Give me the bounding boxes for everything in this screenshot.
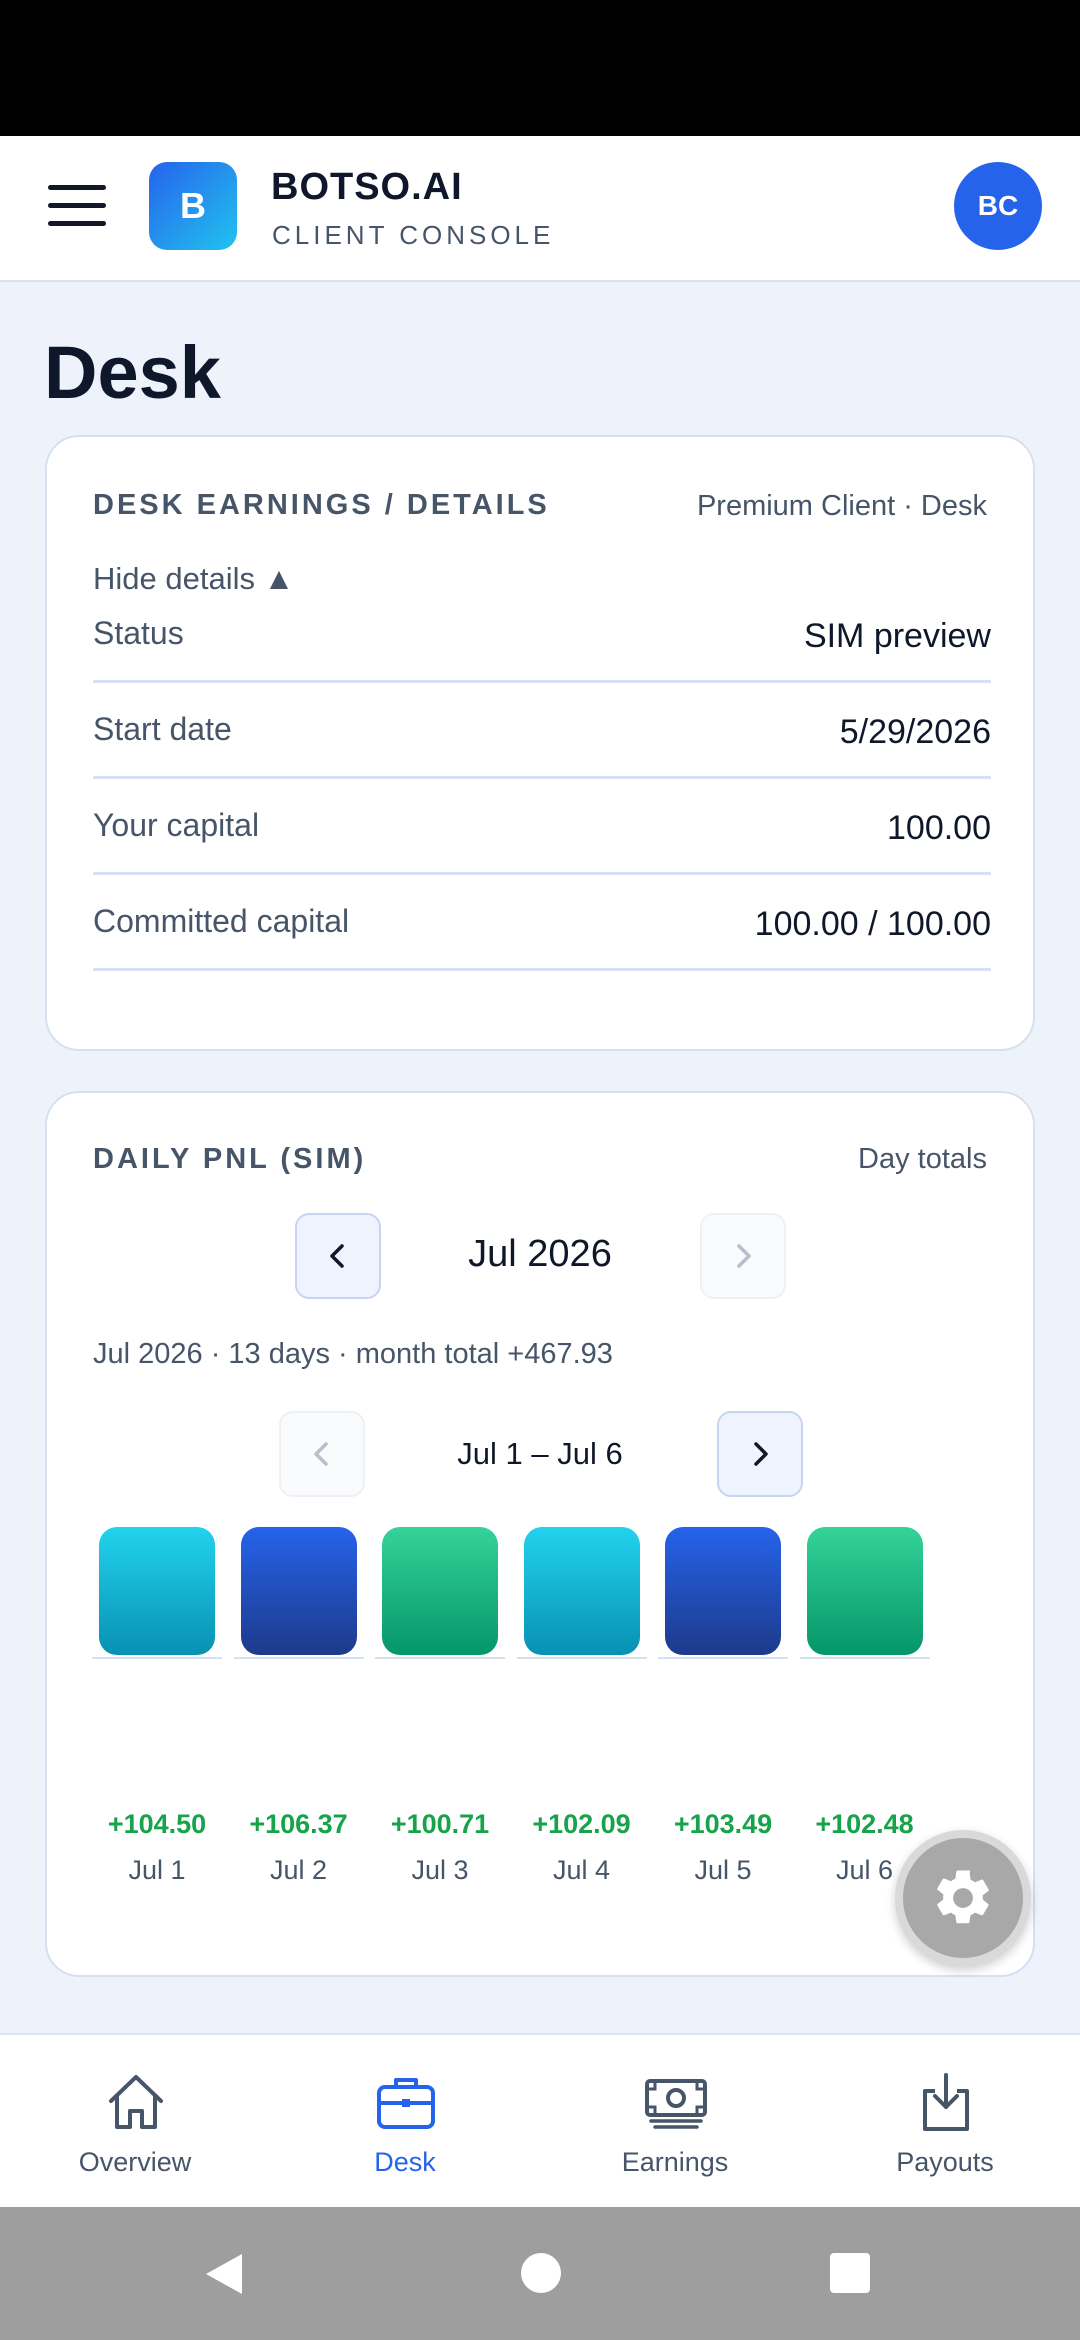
pnl-date-label: Jul 5 [694, 1855, 752, 1885]
avatar[interactable]: BC [954, 162, 1042, 250]
month-summary: Jul 2026 · 13 days · month total +467.93 [93, 1338, 613, 1370]
pnl-date-label: Jul 4 [552, 1855, 611, 1885]
bar-baseline [799, 1657, 930, 1659]
pnl-date-label: Jul 1 [128, 1855, 186, 1885]
tab-label: Payouts [896, 2147, 994, 2177]
page-title: Desk [44, 331, 221, 414]
pnl-card-meta: Day totals [858, 1143, 987, 1175]
chevron-right-icon [737, 1244, 751, 1268]
bottom-nav: Overview Desk Earnings Payouts [0, 2033, 1080, 2207]
daily-pnl-card: DAILY PNL (SIM) Day totals Jul 2026 Jul … [45, 1091, 1035, 1977]
pnl-value-label: +100.71 [390, 1809, 490, 1839]
detail-row-committed-capital: Committed capital 100.00 / 100.00 [93, 875, 991, 971]
tab-payouts[interactable]: Payouts [810, 2035, 1080, 2209]
briefcase-icon [377, 2078, 435, 2129]
bar-baseline [375, 1657, 505, 1659]
home-circle-icon[interactable] [519, 2251, 563, 2295]
cash-icon [645, 2079, 707, 2129]
detail-label: Committed capital [93, 903, 350, 939]
detail-value: 5/29/2026 [839, 713, 991, 751]
recents-icon[interactable] [829, 2252, 871, 2294]
back-icon[interactable] [200, 2249, 248, 2299]
home-icon [109, 2075, 163, 2129]
detail-value: 100.00 / 100.00 [754, 905, 991, 943]
bar-baseline [233, 1657, 364, 1659]
pnl-bar[interactable] [523, 1527, 640, 1655]
brand-name: BOTSO.AI [271, 166, 463, 208]
bar-baseline [516, 1657, 647, 1659]
desk-details-card: DESK EARNINGS / DETAILS Premium Client ·… [45, 435, 1035, 1051]
tab-overview[interactable]: Overview [0, 2035, 270, 2209]
menu-icon[interactable] [48, 183, 106, 229]
app-header: B BOTSO.AI CLIENT CONSOLE BC [0, 136, 1080, 282]
bar-baseline [92, 1657, 222, 1659]
tab-label: Overview [78, 2147, 192, 2177]
pnl-value-label: +102.48 [815, 1809, 914, 1839]
gear-icon [937, 1870, 989, 1924]
brand-logo: B [149, 162, 237, 250]
week-range-label: Jul 1 – Jul 6 [457, 1436, 623, 1471]
tab-earnings[interactable]: Earnings [540, 2035, 810, 2209]
next-week-button[interactable] [717, 1411, 803, 1497]
pnl-bar[interactable] [806, 1527, 923, 1655]
month-label: Jul 2026 [468, 1233, 612, 1275]
pnl-value-label: +103.49 [673, 1809, 773, 1839]
pnl-date-label: Jul 2 [269, 1855, 328, 1885]
pnl-card-title: DAILY PNL (SIM) [93, 1143, 367, 1175]
pnl-bar[interactable] [99, 1527, 215, 1655]
detail-row-capital: Your capital 100.00 [93, 779, 991, 875]
tab-desk[interactable]: Desk [270, 2035, 540, 2209]
tab-label: Earnings [621, 2147, 729, 2177]
details-card-meta: Premium Client · Desk [696, 490, 987, 522]
status-bar [0, 0, 1080, 136]
detail-row-start-date: Start date 5/29/2026 [93, 683, 991, 779]
detail-value: SIM preview [803, 617, 991, 655]
settings-button[interactable] [895, 1830, 1031, 1966]
detail-row-status: Status SIM preview [93, 587, 991, 683]
detail-label: Start date [93, 711, 232, 747]
detail-label: Your capital [93, 807, 260, 843]
tab-label: Desk [374, 2147, 436, 2177]
detail-label: Status [93, 615, 184, 651]
pnl-value-label: +106.37 [249, 1809, 348, 1839]
pnl-value-label: +104.50 [107, 1809, 207, 1839]
pnl-bar[interactable] [382, 1527, 498, 1655]
brand-subtitle: CLIENT CONSOLE [272, 220, 555, 250]
next-month-button[interactable] [700, 1213, 786, 1299]
pnl-value-label: +102.09 [532, 1809, 631, 1839]
download-icon [923, 2073, 969, 2131]
detail-value: 100.00 [887, 809, 991, 847]
bar-baseline [658, 1657, 788, 1659]
pnl-bar[interactable] [665, 1527, 781, 1655]
pnl-bar[interactable] [240, 1527, 357, 1655]
pnl-date-label: Jul 3 [411, 1855, 469, 1885]
details-card-title: DESK EARNINGS / DETAILS [93, 489, 550, 521]
chevron-right-icon [754, 1442, 768, 1466]
system-nav-bar [0, 2207, 1080, 2340]
